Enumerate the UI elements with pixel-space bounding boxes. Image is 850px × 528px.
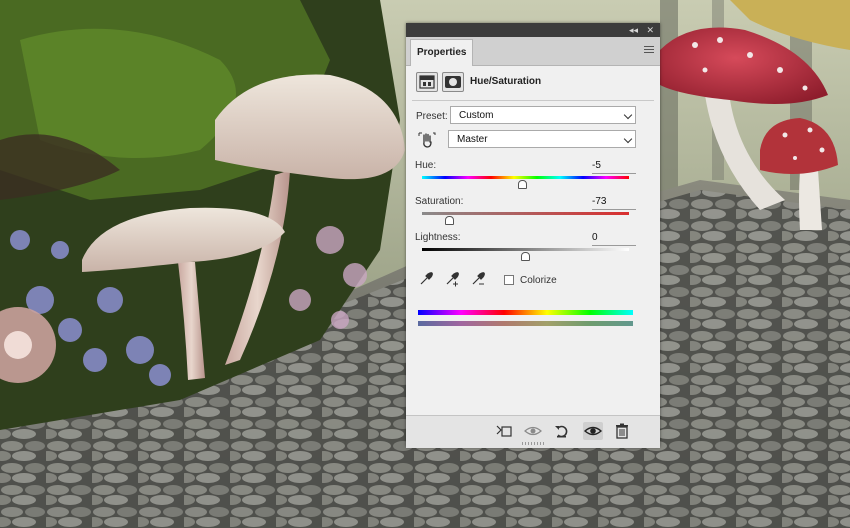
channel-dropdown[interactable]: Master xyxy=(448,130,636,148)
eyedropper-icon[interactable] xyxy=(418,271,434,287)
eyedropper-add-icon[interactable] xyxy=(444,271,460,287)
colorize-checkbox[interactable] xyxy=(504,275,514,285)
chevron-down-icon xyxy=(623,110,633,120)
hue-value-field[interactable]: -5 xyxy=(592,159,636,174)
chevron-down-icon xyxy=(623,134,633,144)
divider xyxy=(412,100,654,101)
clip-to-layer-icon[interactable] xyxy=(494,422,514,440)
adjustment-title: Hue/Saturation xyxy=(470,76,542,87)
preset-label: Preset: xyxy=(416,111,448,122)
close-icon[interactable]: ✕ xyxy=(646,24,654,36)
lightness-slider-track[interactable] xyxy=(422,248,629,251)
panel-tab-bar: Properties xyxy=(406,37,660,66)
double-chevron-icon[interactable]: ◂◂ xyxy=(629,24,638,36)
hue-slider-track[interactable] xyxy=(422,176,629,179)
trash-icon[interactable] xyxy=(612,422,632,440)
lightness-label: Lightness: xyxy=(415,232,461,243)
lightness-slider-thumb[interactable] xyxy=(521,252,530,261)
colorize-label: Colorize xyxy=(520,275,557,286)
saturation-slider-thumb[interactable] xyxy=(445,216,455,225)
saturation-slider-track[interactable] xyxy=(422,212,629,215)
panel-footer xyxy=(406,415,660,448)
saturation-label: Saturation: xyxy=(415,196,464,207)
hue-saturation-adjustment-icon[interactable] xyxy=(416,72,438,92)
saturation-value-field[interactable]: -73 xyxy=(592,195,636,210)
reset-icon[interactable] xyxy=(552,422,572,440)
channel-value: Master xyxy=(457,134,488,145)
eyedropper-tools xyxy=(418,271,498,289)
view-previous-state-icon[interactable] xyxy=(523,422,543,440)
targeted-adjustment-hand-icon[interactable] xyxy=(418,131,436,149)
resize-grip[interactable] xyxy=(522,442,544,445)
preset-dropdown[interactable]: Custom xyxy=(450,106,636,124)
eyedropper-subtract-icon[interactable] xyxy=(470,271,486,287)
panel-menu-icon[interactable] xyxy=(644,46,654,56)
input-color-bar xyxy=(418,310,633,315)
panel-title-bar[interactable]: ◂◂ ✕ xyxy=(406,23,660,37)
hue-label: Hue: xyxy=(415,160,437,171)
preset-value: Custom xyxy=(459,110,494,121)
lightness-value-field[interactable]: 0 xyxy=(592,231,636,246)
tab-properties[interactable]: Properties xyxy=(410,39,474,66)
layer-mask-icon[interactable] xyxy=(442,72,464,92)
toggle-visibility-icon[interactable] xyxy=(583,422,603,440)
properties-panel: ◂◂ ✕ Properties Hue/Saturation Preset: C… xyxy=(406,23,660,448)
output-color-bar xyxy=(418,321,633,326)
properties-body: Hue/Saturation Preset: Custom Master Hue… xyxy=(406,66,660,415)
hue-slider-thumb[interactable] xyxy=(518,180,528,189)
